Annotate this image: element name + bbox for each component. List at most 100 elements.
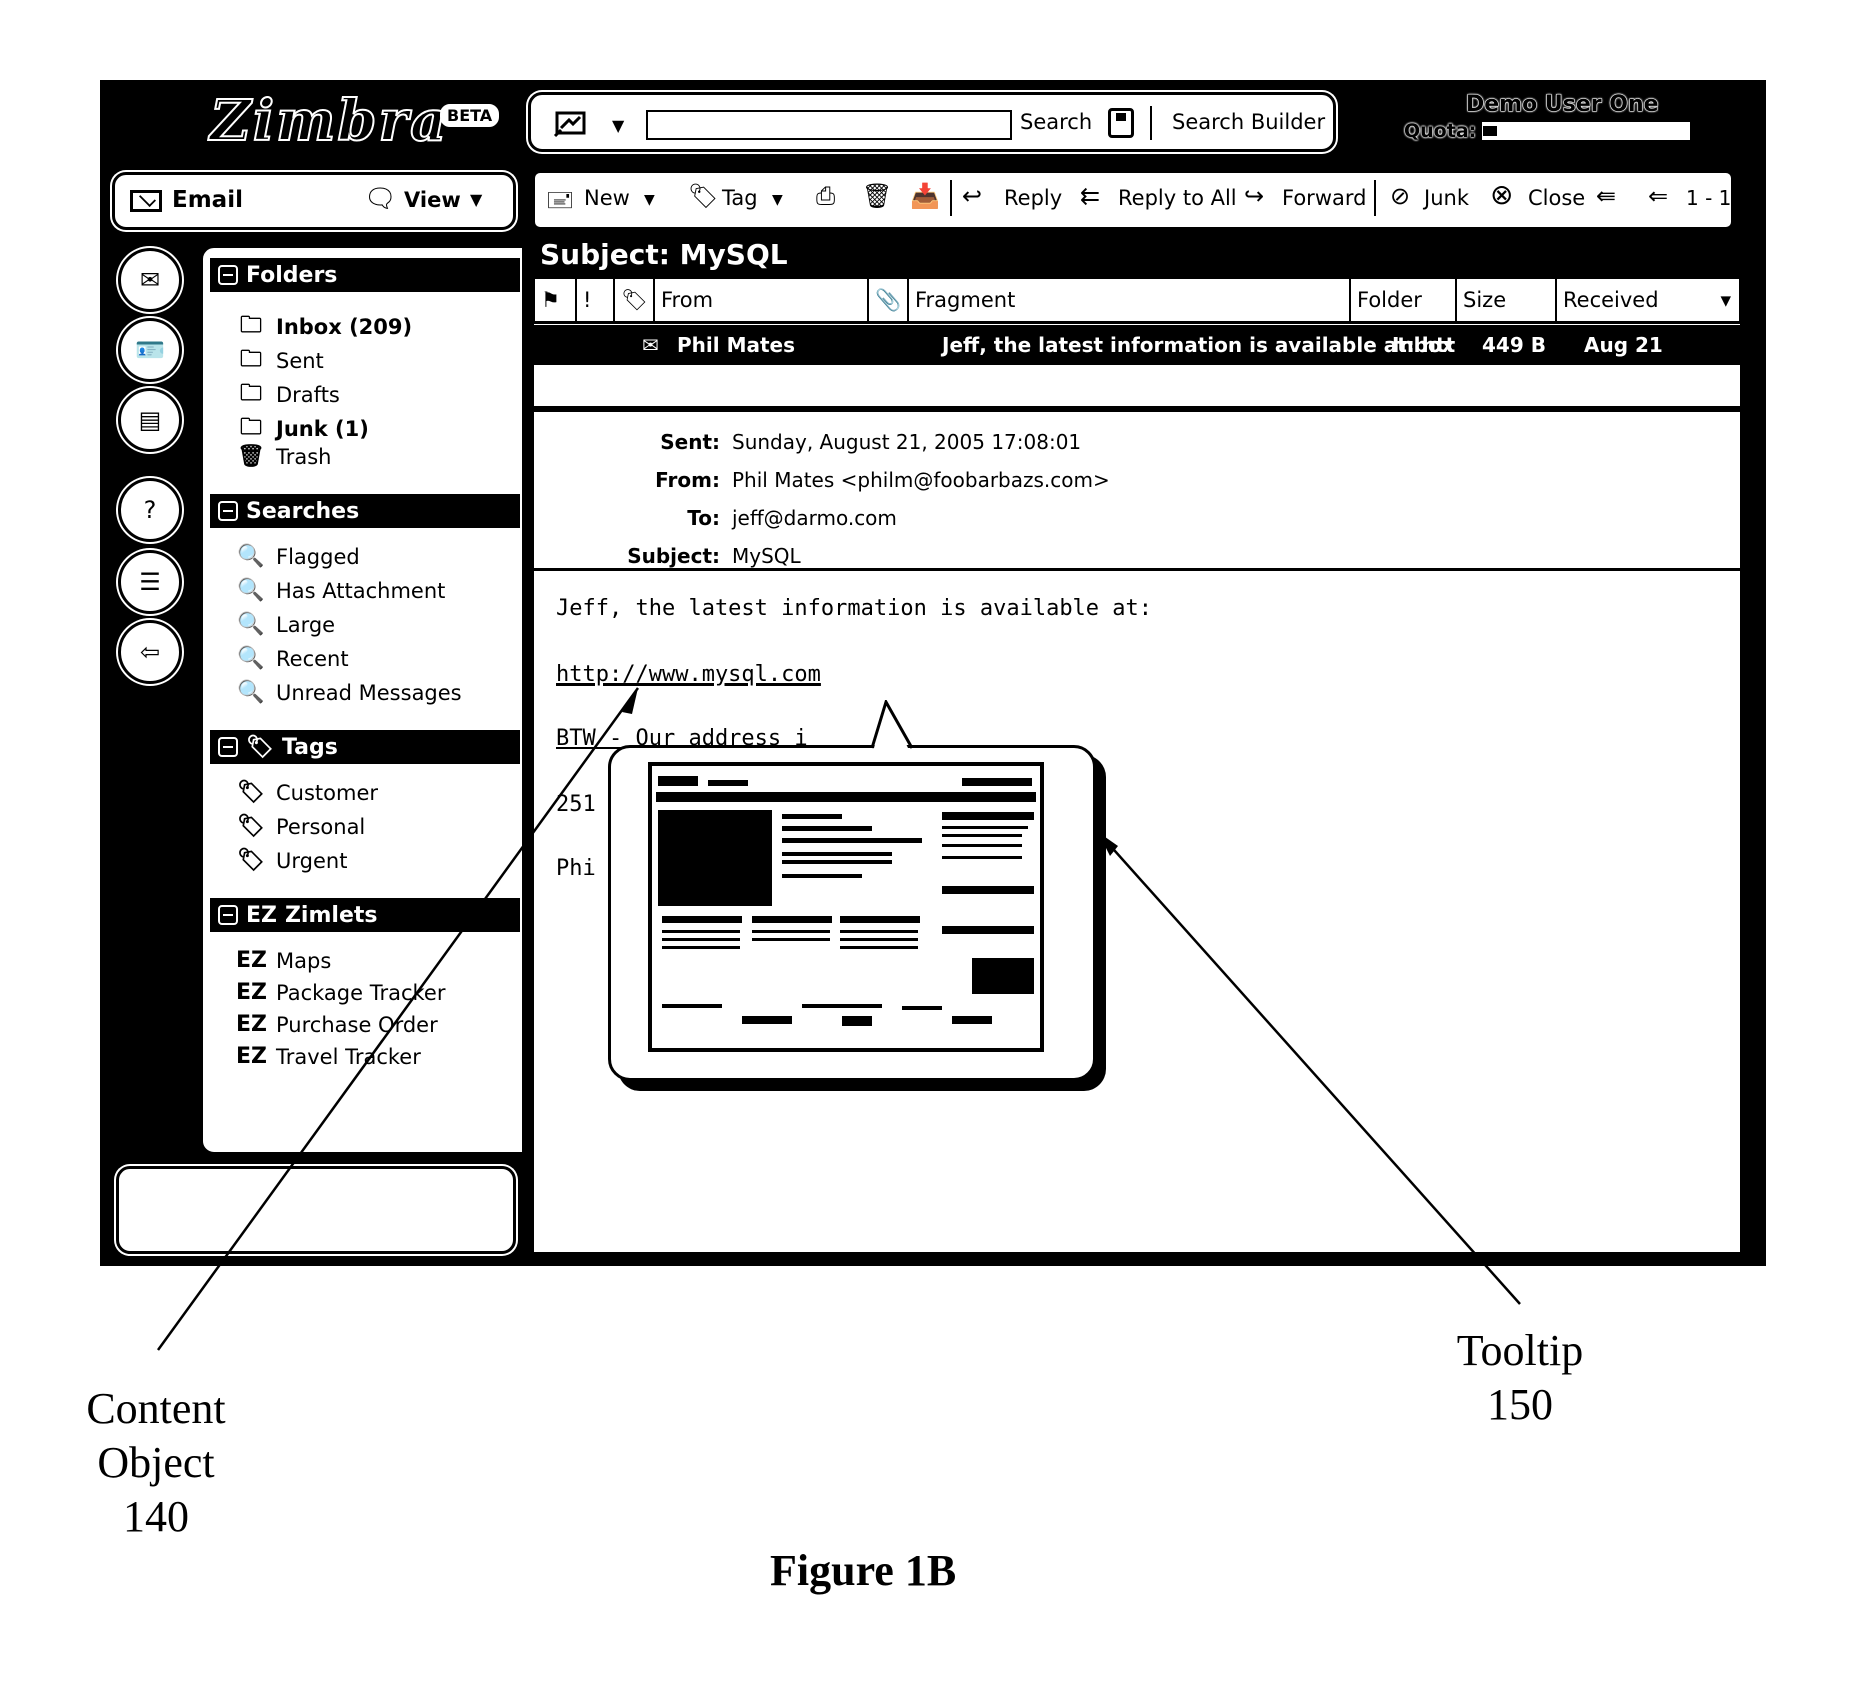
sidebar-item-junk[interactable]: 🗀 Junk (1) xyxy=(236,410,369,448)
collapse-icon[interactable] xyxy=(218,737,238,757)
searches-section-header[interactable]: Searches xyxy=(210,494,520,528)
sidebar-item-trash[interactable]: 🗑 Trash xyxy=(236,444,331,469)
collapse-icon[interactable] xyxy=(218,905,238,925)
chevron-down-icon[interactable]: ▼ xyxy=(470,190,482,209)
first-page-icon[interactable]: ⇚ xyxy=(1596,182,1616,210)
folder-column-header[interactable]: Folder xyxy=(1351,279,1457,321)
size-column-header[interactable]: Size xyxy=(1457,279,1557,321)
preview-text xyxy=(942,844,1022,847)
new-button[interactable]: New xyxy=(584,186,630,210)
flag-icon: ⚑ xyxy=(541,288,560,312)
collapse-icon[interactable] xyxy=(218,265,238,285)
message-row[interactable]: ✉ Phil Mates Jeff, the latest informatio… xyxy=(532,325,1742,365)
searches-section-title: Searches xyxy=(246,498,360,524)
sidebar-item-purchase-order[interactable]: EZ Purchase Order xyxy=(236,1012,438,1037)
close-button[interactable]: Close xyxy=(1528,186,1585,210)
previous-page-icon[interactable]: ⇐ xyxy=(1648,182,1668,210)
sidebar-item-sent[interactable]: 🗀 Sent xyxy=(236,342,324,380)
from-column-header[interactable]: From xyxy=(655,279,869,321)
search-type-dropdown-icon[interactable]: ▼ xyxy=(612,116,624,135)
sidebar-item-personal[interactable]: 🏷 Personal xyxy=(236,814,365,839)
pane-splitter[interactable] xyxy=(532,406,1742,412)
tag-button[interactable]: Tag xyxy=(722,186,758,210)
sidebar-item-label: Maps xyxy=(276,948,332,973)
mail-search-icon[interactable] xyxy=(553,110,587,138)
preview-text xyxy=(942,834,1022,837)
new-dropdown-icon[interactable]: ▼ xyxy=(644,192,655,208)
reply-all-button[interactable]: Reply to All xyxy=(1118,186,1237,210)
preview-sidebar-header xyxy=(942,926,1034,934)
junk-icon: ⊘ xyxy=(1390,182,1411,210)
folders-section-header[interactable]: Folders xyxy=(210,258,520,292)
tag-icon: 🏷 xyxy=(237,814,265,839)
sidebar-item-flagged[interactable]: 🔍 Flagged xyxy=(236,544,359,569)
save-search-icon[interactable] xyxy=(1108,108,1134,138)
new-message-icon: 🖃 xyxy=(546,185,575,213)
rail-contacts-button[interactable]: 🪪 xyxy=(118,318,182,382)
received-column-header[interactable]: Received ▾ xyxy=(1557,279,1737,321)
attachment-column-header[interactable]: 📎 xyxy=(869,279,909,321)
sidebar-item-inbox[interactable]: 🗀 Inbox (209) xyxy=(236,308,412,346)
move-icon[interactable]: 📥 xyxy=(910,182,940,210)
to-value[interactable]: jeff@darmo.com xyxy=(732,506,897,530)
reply-button[interactable]: Reply xyxy=(1004,186,1062,210)
contacts-icon: 🪪 xyxy=(135,336,165,364)
sidebar-item-label: Large xyxy=(276,612,336,637)
subject-label: Subject: xyxy=(627,544,720,568)
print-icon[interactable]: ⎙ xyxy=(816,182,835,210)
search-button[interactable]: Search xyxy=(1020,110,1092,134)
sidebar-item-customer[interactable]: 🏷 Customer xyxy=(236,780,378,805)
message-list-header: ⚑ ! 🏷 From 📎 Fragment Folder Size Receiv… xyxy=(532,276,1742,324)
rail-help-button[interactable]: ? xyxy=(118,478,182,542)
rail-logout-button[interactable]: ⇦ xyxy=(118,620,182,684)
collapse-icon[interactable] xyxy=(218,501,238,521)
preview-sidebar-header xyxy=(942,886,1034,894)
website-preview-thumbnail[interactable] xyxy=(648,762,1044,1052)
sidebar-item-drafts[interactable]: 🗀 Drafts xyxy=(236,376,340,414)
sidebar-item-label: Sent xyxy=(276,349,324,373)
sidebar-item-unread-messages[interactable]: 🔍 Unread Messages xyxy=(236,680,461,705)
callout-line: Object xyxy=(97,1438,215,1487)
tooltip-pointer xyxy=(870,700,914,749)
callout-line: 150 xyxy=(1487,1380,1553,1429)
rail-mail-button[interactable]: ✉ xyxy=(118,248,182,312)
forward-button[interactable]: Forward xyxy=(1282,186,1366,210)
to-label: To: xyxy=(687,506,720,530)
junk-button[interactable]: Junk xyxy=(1424,186,1469,210)
sidebar-item-package-tracker[interactable]: EZ Package Tracker xyxy=(236,980,445,1005)
body-text-line: Phi xyxy=(556,856,596,881)
sidebar-item-large[interactable]: 🔍 Large xyxy=(236,612,335,637)
search-builder-button[interactable]: Search Builder xyxy=(1172,110,1325,134)
app-label-email[interactable]: Email xyxy=(172,187,243,213)
preview-text xyxy=(662,938,740,941)
tags-section-header[interactable]: 🏷 Tags xyxy=(210,730,520,764)
flag-column-header[interactable]: ⚑ xyxy=(535,279,577,321)
message-fragment: Jeff, the latest information is availabl… xyxy=(942,333,1456,357)
tag-column-header[interactable]: 🏷 xyxy=(615,279,655,321)
preview-footer-badge xyxy=(842,1016,872,1026)
content-object-link[interactable]: http://www.mysql.com xyxy=(556,662,821,687)
search-input[interactable] xyxy=(646,110,1012,140)
tag-dropdown-icon[interactable]: ▼ xyxy=(772,192,783,208)
zimlets-section-header[interactable]: EZ Zimlets xyxy=(210,898,520,932)
quota-bar-fill xyxy=(1483,126,1498,136)
preview-hero-image xyxy=(658,810,772,906)
delete-icon[interactable]: 🗑 xyxy=(862,182,892,210)
sidebar-item-has-attachment[interactable]: 🔍 Has Attachment xyxy=(236,578,445,603)
rail-notes-button[interactable]: ☰ xyxy=(118,550,182,614)
sort-icon[interactable]: ▾ xyxy=(1720,288,1731,312)
sidebar-item-maps[interactable]: EZ Maps xyxy=(236,948,331,973)
tag-icon: 🏷 xyxy=(237,780,265,805)
sidebar-item-urgent[interactable]: 🏷 Urgent xyxy=(236,848,347,873)
fragment-column-header[interactable]: Fragment xyxy=(909,279,1351,321)
sidebar-item-label: Purchase Order xyxy=(276,1012,438,1037)
rail-calendar-button[interactable]: ▤ xyxy=(118,388,182,452)
header-divider xyxy=(532,568,1742,571)
zimlet-icon: EZ xyxy=(246,902,277,928)
sidebar-item-recent[interactable]: 🔍 Recent xyxy=(236,646,348,671)
preview-text xyxy=(782,814,842,819)
sidebar-item-travel-tracker[interactable]: EZ Travel Tracker xyxy=(236,1044,421,1069)
view-menu-button[interactable]: View xyxy=(404,188,461,212)
from-value[interactable]: Phil Mates <philm@foobarbazs.com> xyxy=(732,468,1110,492)
priority-column-header[interactable]: ! xyxy=(577,279,615,321)
